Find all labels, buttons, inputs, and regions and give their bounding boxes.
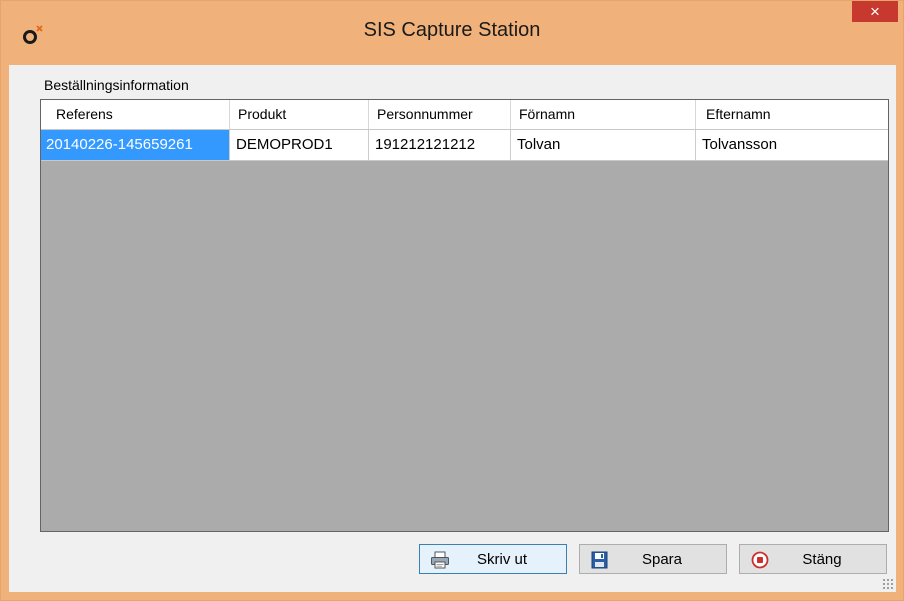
save-button-label: Spara [641, 551, 683, 568]
cell-produkt[interactable]: DEMOPROD1 [230, 130, 369, 160]
cell-fornamn[interactable]: Tolvan [511, 130, 696, 160]
order-info-label: Beställningsinformation [44, 77, 189, 93]
column-header-efternamn[interactable]: Efternamn [696, 100, 888, 129]
app-window: SIS Capture Station × Beställningsinform… [0, 0, 904, 601]
column-header-fornamn[interactable]: Förnamn [511, 100, 696, 129]
order-grid[interactable]: Referens Produkt Personnummer Förnamn Ef… [40, 99, 889, 532]
grid-header: Referens Produkt Personnummer Förnamn Ef… [41, 100, 888, 130]
print-button[interactable]: Skriv ut [419, 544, 567, 574]
column-header-referens[interactable]: Referens [41, 100, 230, 129]
column-header-personnummer[interactable]: Personnummer [369, 100, 511, 129]
close-button-label: Stäng [802, 551, 842, 568]
close-button[interactable]: Stäng [739, 544, 887, 574]
save-button[interactable]: Spara [579, 544, 727, 574]
table-row[interactable]: 20140226-145659261 DEMOPROD1 19121212121… [41, 130, 888, 161]
print-button-label: Skriv ut [476, 551, 527, 568]
window-close-button[interactable]: × [852, 1, 898, 22]
cell-personnummer[interactable]: 191212121212 [369, 130, 511, 160]
cell-efternamn[interactable]: Tolvansson [696, 130, 888, 160]
client-area: Beställningsinformation Referens Produkt… [9, 65, 896, 592]
cell-referens[interactable]: 20140226-145659261 [41, 130, 230, 160]
title-bar[interactable]: SIS Capture Station × [1, 1, 903, 65]
window-title: SIS Capture Station [363, 19, 541, 41]
column-header-produkt[interactable]: Produkt [230, 100, 369, 129]
resize-grip[interactable] [882, 578, 894, 590]
